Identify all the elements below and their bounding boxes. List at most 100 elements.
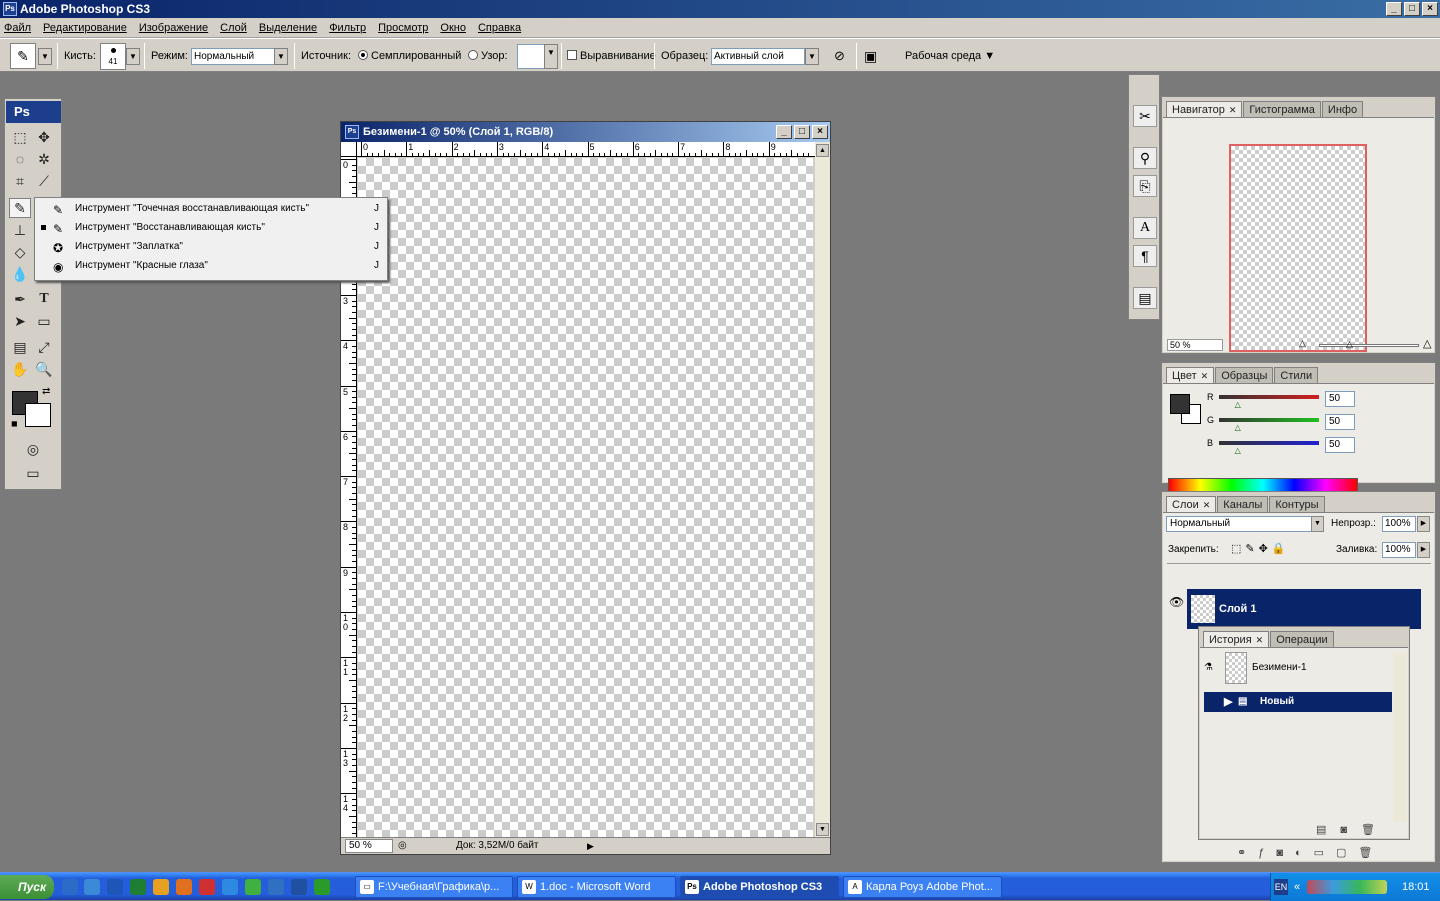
pen-tool-icon[interactable]: ✒ [9, 289, 31, 309]
channel-slider[interactable] [1219, 395, 1319, 399]
tool-preset-picker[interactable]: ✎ [10, 43, 36, 69]
menu-layer[interactable]: Слой [220, 18, 247, 37]
tool-presets-icon[interactable]: ✂ [1133, 105, 1157, 127]
slider-thumb-icon[interactable]: △ [1346, 339, 1353, 350]
crop-tool-icon[interactable]: ⌗ [9, 171, 31, 191]
channel-value-field[interactable]: 50 [1325, 437, 1355, 453]
pattern-picker[interactable] [517, 44, 545, 69]
channel-slider[interactable] [1219, 418, 1319, 422]
scroll-down-icon[interactable]: ▼ [816, 823, 829, 836]
quick-launch-icon[interactable] [291, 879, 307, 895]
snapshot-name[interactable]: Безимени-1 [1252, 662, 1307, 673]
status-menu-arrow-icon[interactable]: ▶ [587, 838, 594, 854]
tray-expand-icon[interactable]: « [1294, 873, 1300, 901]
hand-tool-icon[interactable]: ✋ [9, 359, 31, 379]
language-indicator[interactable]: EN [1274, 879, 1288, 895]
workspace-menu[interactable]: Рабочая среда ▼ [905, 39, 995, 73]
color-spectrum-bar[interactable] [1168, 478, 1358, 492]
menu-edit[interactable]: Редактирование [43, 18, 127, 37]
sample-select[interactable]: Активный слой [711, 48, 805, 65]
menu-select[interactable]: Выделение [259, 18, 317, 37]
mode-dropdown-arrow[interactable]: ▼ [274, 48, 288, 65]
ignore-adjustment-layers-icon[interactable]: ⊘ [834, 39, 845, 73]
tab-channels[interactable]: Каналы [1217, 496, 1269, 512]
close-button[interactable]: × [1422, 2, 1438, 16]
brush-picker[interactable]: 41 [100, 43, 126, 70]
menu-view[interactable]: Просмотр [378, 18, 428, 37]
flyout-spot-healing-brush[interactable]: ✎ Инструмент "Точечная восстанавливающая… [35, 199, 387, 218]
menu-filter[interactable]: Фильтр [329, 18, 366, 37]
source-sampled-radio[interactable]: Семплированный [358, 39, 461, 73]
lasso-tool-icon[interactable]: ◌ [9, 149, 31, 169]
start-button[interactable]: Пуск [0, 875, 54, 899]
flyout-patch[interactable]: ✪ Инструмент "Заплатка" J [35, 237, 387, 256]
tab-layers[interactable]: Слои ✕ [1166, 496, 1217, 512]
clone-source-icon[interactable]: ⎘ [1133, 175, 1157, 197]
maximize-button[interactable]: □ [1404, 2, 1420, 16]
sample-dropdown-arrow[interactable]: ▼ [805, 48, 819, 65]
character-icon[interactable]: A [1133, 217, 1157, 239]
color-foreground-swatch[interactable] [1170, 394, 1190, 414]
move-tool-icon[interactable]: ✥ [33, 127, 55, 147]
flyout-healing-brush[interactable]: ✎ Инструмент "Восстанавливающая кисть" J [35, 218, 387, 237]
menu-file[interactable]: Файл [4, 18, 31, 37]
tab-history[interactable]: История ✕ [1203, 631, 1270, 647]
tab-navigator[interactable]: Навигатор ✕ [1166, 101, 1243, 117]
task-photoshop[interactable]: Ps Adobe Photoshop CS3 [680, 876, 839, 898]
status-info-icon[interactable]: ◎ [398, 838, 407, 854]
mode-select[interactable]: Нормальный [191, 48, 275, 65]
channel-slider[interactable] [1219, 441, 1319, 445]
source-pattern-radio[interactable]: Узор: [468, 39, 508, 73]
type-tool-icon[interactable]: T [33, 289, 55, 309]
background-color[interactable] [25, 403, 51, 427]
ie-icon[interactable] [62, 879, 78, 895]
path-selection-tool-icon[interactable]: ➤ [9, 311, 31, 331]
scroll-up-icon[interactable]: ▲ [816, 144, 829, 157]
doc-maximize-button[interactable]: □ [794, 125, 810, 139]
slider-thumb-icon[interactable]: △ [1235, 400, 1241, 409]
history-state-row[interactable]: ▶ ▤ Новый [1204, 692, 1392, 712]
pattern-dropdown[interactable]: ▼ [544, 44, 558, 69]
marquee-tool-icon[interactable]: ⬚ [9, 127, 31, 147]
screen-mode-icon[interactable]: ▭ [22, 463, 44, 483]
task-pdf[interactable]: A Карла Роуз Adobe Phot... [843, 876, 1002, 898]
history-footer-icons[interactable]: ▤◙🗑 [1316, 823, 1389, 836]
tab-color[interactable]: Цвет ✕ [1166, 367, 1215, 383]
layer-row[interactable]: Слой 1 [1187, 589, 1421, 629]
show-desktop-icon[interactable] [84, 879, 100, 895]
tab-swatches[interactable]: Образцы [1215, 367, 1274, 383]
aligned-checkbox[interactable]: Выравнивание [567, 39, 656, 73]
default-colors-icon[interactable]: ◼ [11, 419, 18, 428]
layer-comps-icon[interactable]: ▤ [1133, 287, 1157, 309]
doc-minimize-button[interactable]: _ [776, 125, 792, 139]
healing-brush-tool-icon[interactable]: ✎ [9, 198, 31, 218]
layer-footer-icons[interactable]: ⚭ƒ◙◐▭▢🗑 [1237, 846, 1384, 859]
slider-thumb-icon[interactable]: △ [1235, 446, 1241, 455]
tool-preset-dropdown[interactable]: ▼ [38, 48, 52, 65]
opacity-field[interactable]: 100% [1382, 516, 1416, 532]
horizontal-ruler[interactable]: 0 1 2 3 4 5 6 7 8 9 [357, 142, 816, 157]
blur-tool-icon[interactable]: 💧 [9, 264, 31, 284]
task-word[interactable]: W 1.doc - Microsoft Word [517, 876, 676, 898]
history-brush-icon[interactable]: ⚗ [1204, 662, 1213, 673]
ruler-origin[interactable] [341, 142, 357, 157]
chevron-down-icon[interactable]: ▼ [1311, 516, 1324, 532]
tray-icons[interactable] [1307, 880, 1387, 894]
fill-field[interactable]: 100% [1382, 542, 1416, 558]
slice-tool-icon[interactable]: ⟋ [33, 171, 55, 191]
tab-actions[interactable]: Операции [1270, 631, 1334, 647]
fill-arrow-icon[interactable]: ▶ [1417, 542, 1430, 558]
opacity-arrow-icon[interactable]: ▶ [1417, 516, 1430, 532]
icq-icon[interactable] [245, 879, 261, 895]
channel-value-field[interactable]: 50 [1325, 414, 1355, 430]
quick-mask-icon[interactable]: ◎ [22, 439, 44, 459]
firefox-icon[interactable] [176, 879, 192, 895]
clone-stamp-tool-icon[interactable]: ⊥ [9, 220, 31, 240]
navigator-zoom-field[interactable]: 50 % [1167, 339, 1223, 351]
palette-well-icon[interactable]: ▣ [864, 39, 877, 73]
opera-icon[interactable] [199, 879, 215, 895]
channel-value-field[interactable]: 50 [1325, 391, 1355, 407]
doc-close-button[interactable]: × [812, 125, 828, 139]
flyout-red-eye[interactable]: ◉ Инструмент "Красные глаза" J [35, 256, 387, 275]
menu-window[interactable]: Окно [440, 18, 466, 37]
